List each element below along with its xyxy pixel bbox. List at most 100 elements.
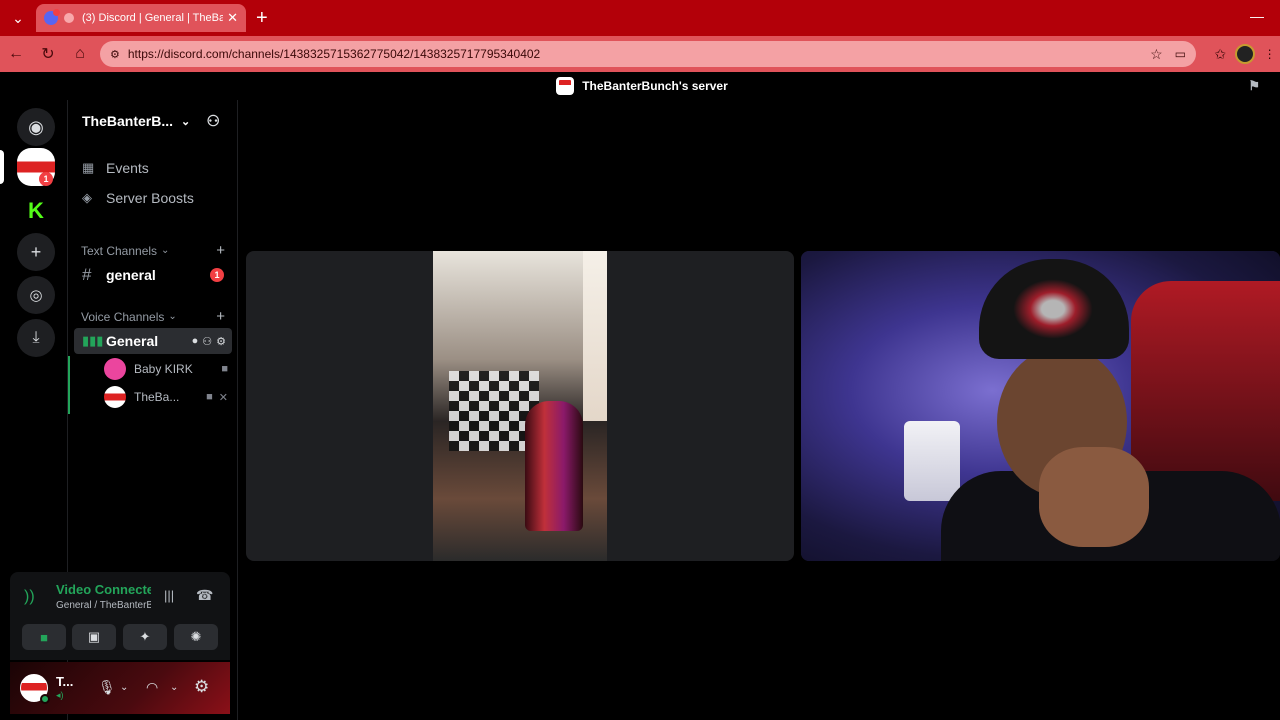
voice-user-icons: ■ ✕ xyxy=(206,391,228,404)
minimize-window-icon[interactable]: — xyxy=(1250,8,1264,24)
user-name[interactable]: T... xyxy=(56,674,76,689)
browser-tab[interactable]: (3) Discord | General | TheBan ✕ xyxy=(36,4,246,32)
events-link[interactable]: ▦ Events xyxy=(82,156,149,180)
inbox-icon[interactable]: ⚑ xyxy=(1248,78,1260,94)
server-name: TheBanterB... xyxy=(82,113,174,129)
voice-wave-icon: ▮▮▮ xyxy=(82,333,104,348)
browser-toolbar: ← ↻ ⌂ ⚙ https://discord.com/channels/143… xyxy=(0,36,1280,72)
new-tab-button[interactable]: + xyxy=(256,6,268,30)
home-icon[interactable]: ⌂ xyxy=(64,36,96,72)
voice-user-icons: ■ xyxy=(221,363,228,375)
video-camera-icon: ■ xyxy=(40,629,48,645)
camera-icon: ■ xyxy=(221,363,228,375)
back-arrow-icon[interactable]: ← xyxy=(0,36,32,72)
server-mention-badge: 1 xyxy=(39,172,53,186)
unread-badge: 1 xyxy=(210,268,224,282)
voice-user-name: Baby KIRK xyxy=(134,362,193,376)
voice-status: Video Connected xyxy=(56,582,151,597)
video-feed-person xyxy=(801,251,1280,561)
create-channel-icon[interactable]: + xyxy=(216,308,225,325)
user-panel: T... ◂) 🎙︎ ⌄ ◠ ⌄ ⚙ xyxy=(10,662,230,714)
screen-share-button[interactable]: ▣ xyxy=(72,624,116,650)
voice-category-label: Voice Channels xyxy=(81,309,165,324)
activities-button[interactable]: ✦ xyxy=(123,624,167,650)
chevron-down-icon[interactable]: ⌄ xyxy=(170,682,178,693)
invite-people-icon[interactable]: ⚇ xyxy=(207,112,220,130)
voice-channel-actions: ● ⚇ ⚙ xyxy=(192,335,226,348)
gaming-chair xyxy=(525,401,583,531)
tab-title: (3) Discord | General | TheBan xyxy=(82,12,224,24)
connection-signal-icon[interactable]: )) xyxy=(24,588,35,606)
favorites-icon[interactable]: ✩ xyxy=(1214,46,1226,63)
tab-search-icon[interactable]: ⌄ xyxy=(0,0,36,36)
person-hand xyxy=(1039,447,1149,547)
reload-icon[interactable]: ↻ xyxy=(32,36,64,72)
tumbler-cup xyxy=(904,421,960,501)
chat-bubble-icon[interactable]: ● xyxy=(192,335,199,348)
boost-gem-icon: ◈ xyxy=(82,190,92,205)
deafened-icon: ✕ xyxy=(218,391,228,404)
chevron-down-icon[interactable]: ⌄ xyxy=(120,682,128,693)
voice-channel-name: General xyxy=(106,333,159,349)
gear-icon[interactable]: ⚙ xyxy=(216,335,226,348)
server-header[interactable]: TheBanterB... ⌄ ⚇ xyxy=(68,100,238,142)
camera-in-use-icon[interactable]: ▭ xyxy=(1175,47,1186,61)
create-channel-icon[interactable]: + xyxy=(216,242,225,259)
avatar xyxy=(104,358,126,380)
selected-pill xyxy=(0,150,4,184)
profile-avatar[interactable] xyxy=(1234,44,1255,64)
channel-name: general xyxy=(106,267,156,283)
more-menu-icon[interactable]: ⋮ xyxy=(1264,47,1276,61)
category-voice-channels[interactable]: Voice Channels ⌄ + xyxy=(81,308,225,325)
gaming-chair xyxy=(1131,281,1280,501)
soundboard-icon: ✺ xyxy=(190,629,202,644)
address-bar[interactable]: ⚙ https://discord.com/channels/143832571… xyxy=(100,41,1196,67)
noise-suppression-icon[interactable]: ||| xyxy=(164,588,174,603)
user-activity-icon: ◂) xyxy=(56,690,64,700)
text-channel-hash-icon: # xyxy=(82,265,92,284)
voice-connection-line xyxy=(68,356,70,414)
disconnect-phone-icon[interactable]: ☎ xyxy=(196,587,213,604)
add-server-icon[interactable]: + xyxy=(17,233,55,271)
activities-icon: ✦ xyxy=(139,629,151,644)
microphone-icon[interactable]: 🎙︎ xyxy=(98,679,116,696)
voice-location[interactable]: General / TheBanterBunch's server xyxy=(56,600,151,611)
download-apps-icon[interactable]: ⤓ xyxy=(17,319,55,357)
url-text: https://discord.com/channels/14383257153… xyxy=(127,47,541,61)
poster-image xyxy=(583,251,607,421)
voice-user-thebanterbunch[interactable]: TheBa... ■ ✕ xyxy=(104,385,228,409)
video-tile-streamer[interactable] xyxy=(801,251,1280,561)
soundboard-button[interactable]: ✺ xyxy=(174,624,218,650)
voice-user-baby-kirk[interactable]: Baby KIRK ■ xyxy=(104,357,228,381)
boosts-label: Server Boosts xyxy=(106,190,194,206)
hat-logo xyxy=(1013,279,1093,339)
voice-user-name: TheBa... xyxy=(134,390,180,404)
bookmark-star-icon[interactable]: ☆ xyxy=(1150,46,1163,63)
user-settings-gear-icon[interactable]: ⚙ xyxy=(194,677,209,697)
video-tile-baby-kirk[interactable] xyxy=(246,251,794,561)
site-info-icon[interactable]: ⚙ xyxy=(110,48,120,61)
tab-close-icon[interactable]: ✕ xyxy=(227,10,238,26)
voice-stage xyxy=(238,100,1280,720)
discover-compass-icon[interactable]: ◎ xyxy=(17,276,55,314)
kick-app-icon[interactable]: K xyxy=(17,192,55,230)
channel-general-voice[interactable]: ▮▮▮ General ● ⚇ ⚙ xyxy=(74,328,232,354)
camera-toggle-button[interactable]: ■ xyxy=(22,624,66,650)
audio-playing-icon[interactable] xyxy=(64,13,74,23)
channel-general-text[interactable]: # general 1 xyxy=(74,262,232,288)
invite-to-channel-icon[interactable]: ⚇ xyxy=(202,335,212,348)
online-status-icon xyxy=(40,694,50,704)
video-feed-room xyxy=(433,251,607,561)
browser-tab-bar: ⌄ (3) Discord | General | TheBan ✕ + — xyxy=(0,0,1280,36)
camera-icon: ■ xyxy=(206,390,213,403)
voice-connection-panel: )) Video Connected General / TheBanterBu… xyxy=(10,572,230,660)
server-boosts-link[interactable]: ◈ Server Boosts xyxy=(82,186,194,210)
headphones-icon[interactable]: ◠ xyxy=(146,679,158,696)
text-category-label: Text Channels xyxy=(81,243,158,258)
discord-title-bar: TheBanterBunch's server ⚑ xyxy=(4,72,1280,100)
chevron-down-icon: ⌄ xyxy=(168,311,177,322)
discord-favicon-icon xyxy=(44,9,60,25)
category-text-channels[interactable]: Text Channels ⌄ + xyxy=(81,242,225,259)
direct-messages-icon[interactable]: ◉ xyxy=(17,108,55,146)
screen-share-icon: ▣ xyxy=(87,629,101,644)
